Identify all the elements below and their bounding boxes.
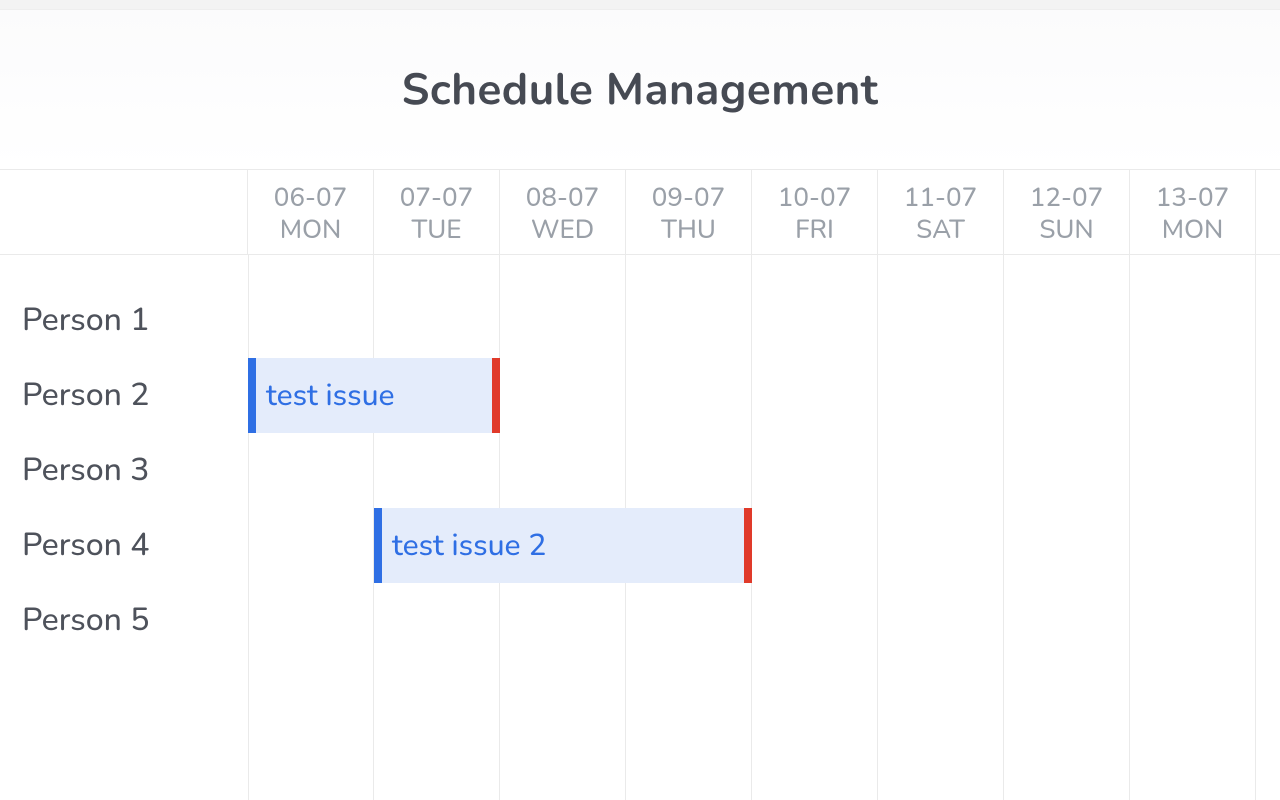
timeline-day-header[interactable]: 13-07MON bbox=[1130, 170, 1256, 254]
task-bar[interactable]: test issue 2 bbox=[374, 508, 752, 583]
task-resize-handle-left[interactable] bbox=[374, 508, 382, 583]
timeline-day-header[interactable]: 10-07FRI bbox=[752, 170, 878, 254]
timeline-day-dow: WED bbox=[531, 215, 594, 248]
timeline-day-dow: FRI bbox=[795, 215, 834, 248]
task-resize-handle-right[interactable] bbox=[744, 508, 752, 583]
timeline-day-header[interactable]: 08-07WED bbox=[500, 170, 626, 254]
page-header: Schedule Management bbox=[0, 10, 1280, 170]
row-label: Person 4 bbox=[0, 508, 248, 583]
gantt-body: Person 1Person 2Person 3Person 4Person 5… bbox=[0, 255, 1280, 800]
timeline-day-dow: MON bbox=[1162, 215, 1224, 248]
row-label: Person 2 bbox=[0, 358, 248, 433]
timeline-day-dow: TUE bbox=[411, 215, 461, 248]
timeline-day-date: 08-07 bbox=[526, 183, 600, 216]
task-label: test issue bbox=[256, 375, 492, 416]
timeline-header: 06-07MON07-07TUE08-07WED09-07THU10-07FRI… bbox=[0, 170, 1280, 255]
timeline-day-date: 13-07 bbox=[1156, 183, 1230, 216]
gantt-container: 06-07MON07-07TUE08-07WED09-07THU10-07FRI… bbox=[0, 170, 1280, 800]
timeline-day-dow: MON bbox=[280, 215, 342, 248]
window-topbar bbox=[0, 0, 1280, 10]
task-resize-handle-left[interactable] bbox=[248, 358, 256, 433]
timeline-day-date: 07-07 bbox=[400, 183, 474, 216]
timeline-day-header[interactable]: 06-07MON bbox=[248, 170, 374, 254]
row-label: Person 3 bbox=[0, 433, 248, 508]
timeline-day-header[interactable]: 09-07THU bbox=[626, 170, 752, 254]
timeline-day-date: 11-07 bbox=[904, 183, 978, 216]
task-bar[interactable]: test issue bbox=[248, 358, 500, 433]
timeline-day-date: 12-07 bbox=[1030, 183, 1104, 216]
timeline-day-dow: SAT bbox=[916, 215, 965, 248]
gantt-grid[interactable]: test issue test issue 2 bbox=[248, 255, 1280, 800]
timeline-day-header[interactable]: 11-07SAT bbox=[878, 170, 1004, 254]
timeline-day-date: 09-07 bbox=[652, 183, 726, 216]
task-label: test issue 2 bbox=[382, 525, 744, 566]
row-labels-column: Person 1Person 2Person 3Person 4Person 5 bbox=[0, 255, 248, 800]
timeline-day-header[interactable]: 07-07TUE bbox=[374, 170, 500, 254]
row-label: Person 5 bbox=[0, 583, 248, 658]
timeline-day-dow: THU bbox=[661, 215, 716, 248]
timeline-day-header[interactable]: 12-07SUN bbox=[1004, 170, 1130, 254]
row-label: Person 1 bbox=[0, 283, 248, 358]
timeline-day-header[interactable]: 14-07TUE bbox=[1256, 170, 1280, 254]
timeline-day-dow: SUN bbox=[1039, 215, 1093, 248]
timeline-day-date: 10-07 bbox=[778, 183, 852, 216]
row-label-header-spacer bbox=[0, 170, 248, 254]
timeline-day-date: 06-07 bbox=[274, 183, 348, 216]
task-resize-handle-right[interactable] bbox=[492, 358, 500, 433]
page-title: Schedule Management bbox=[402, 60, 879, 120]
